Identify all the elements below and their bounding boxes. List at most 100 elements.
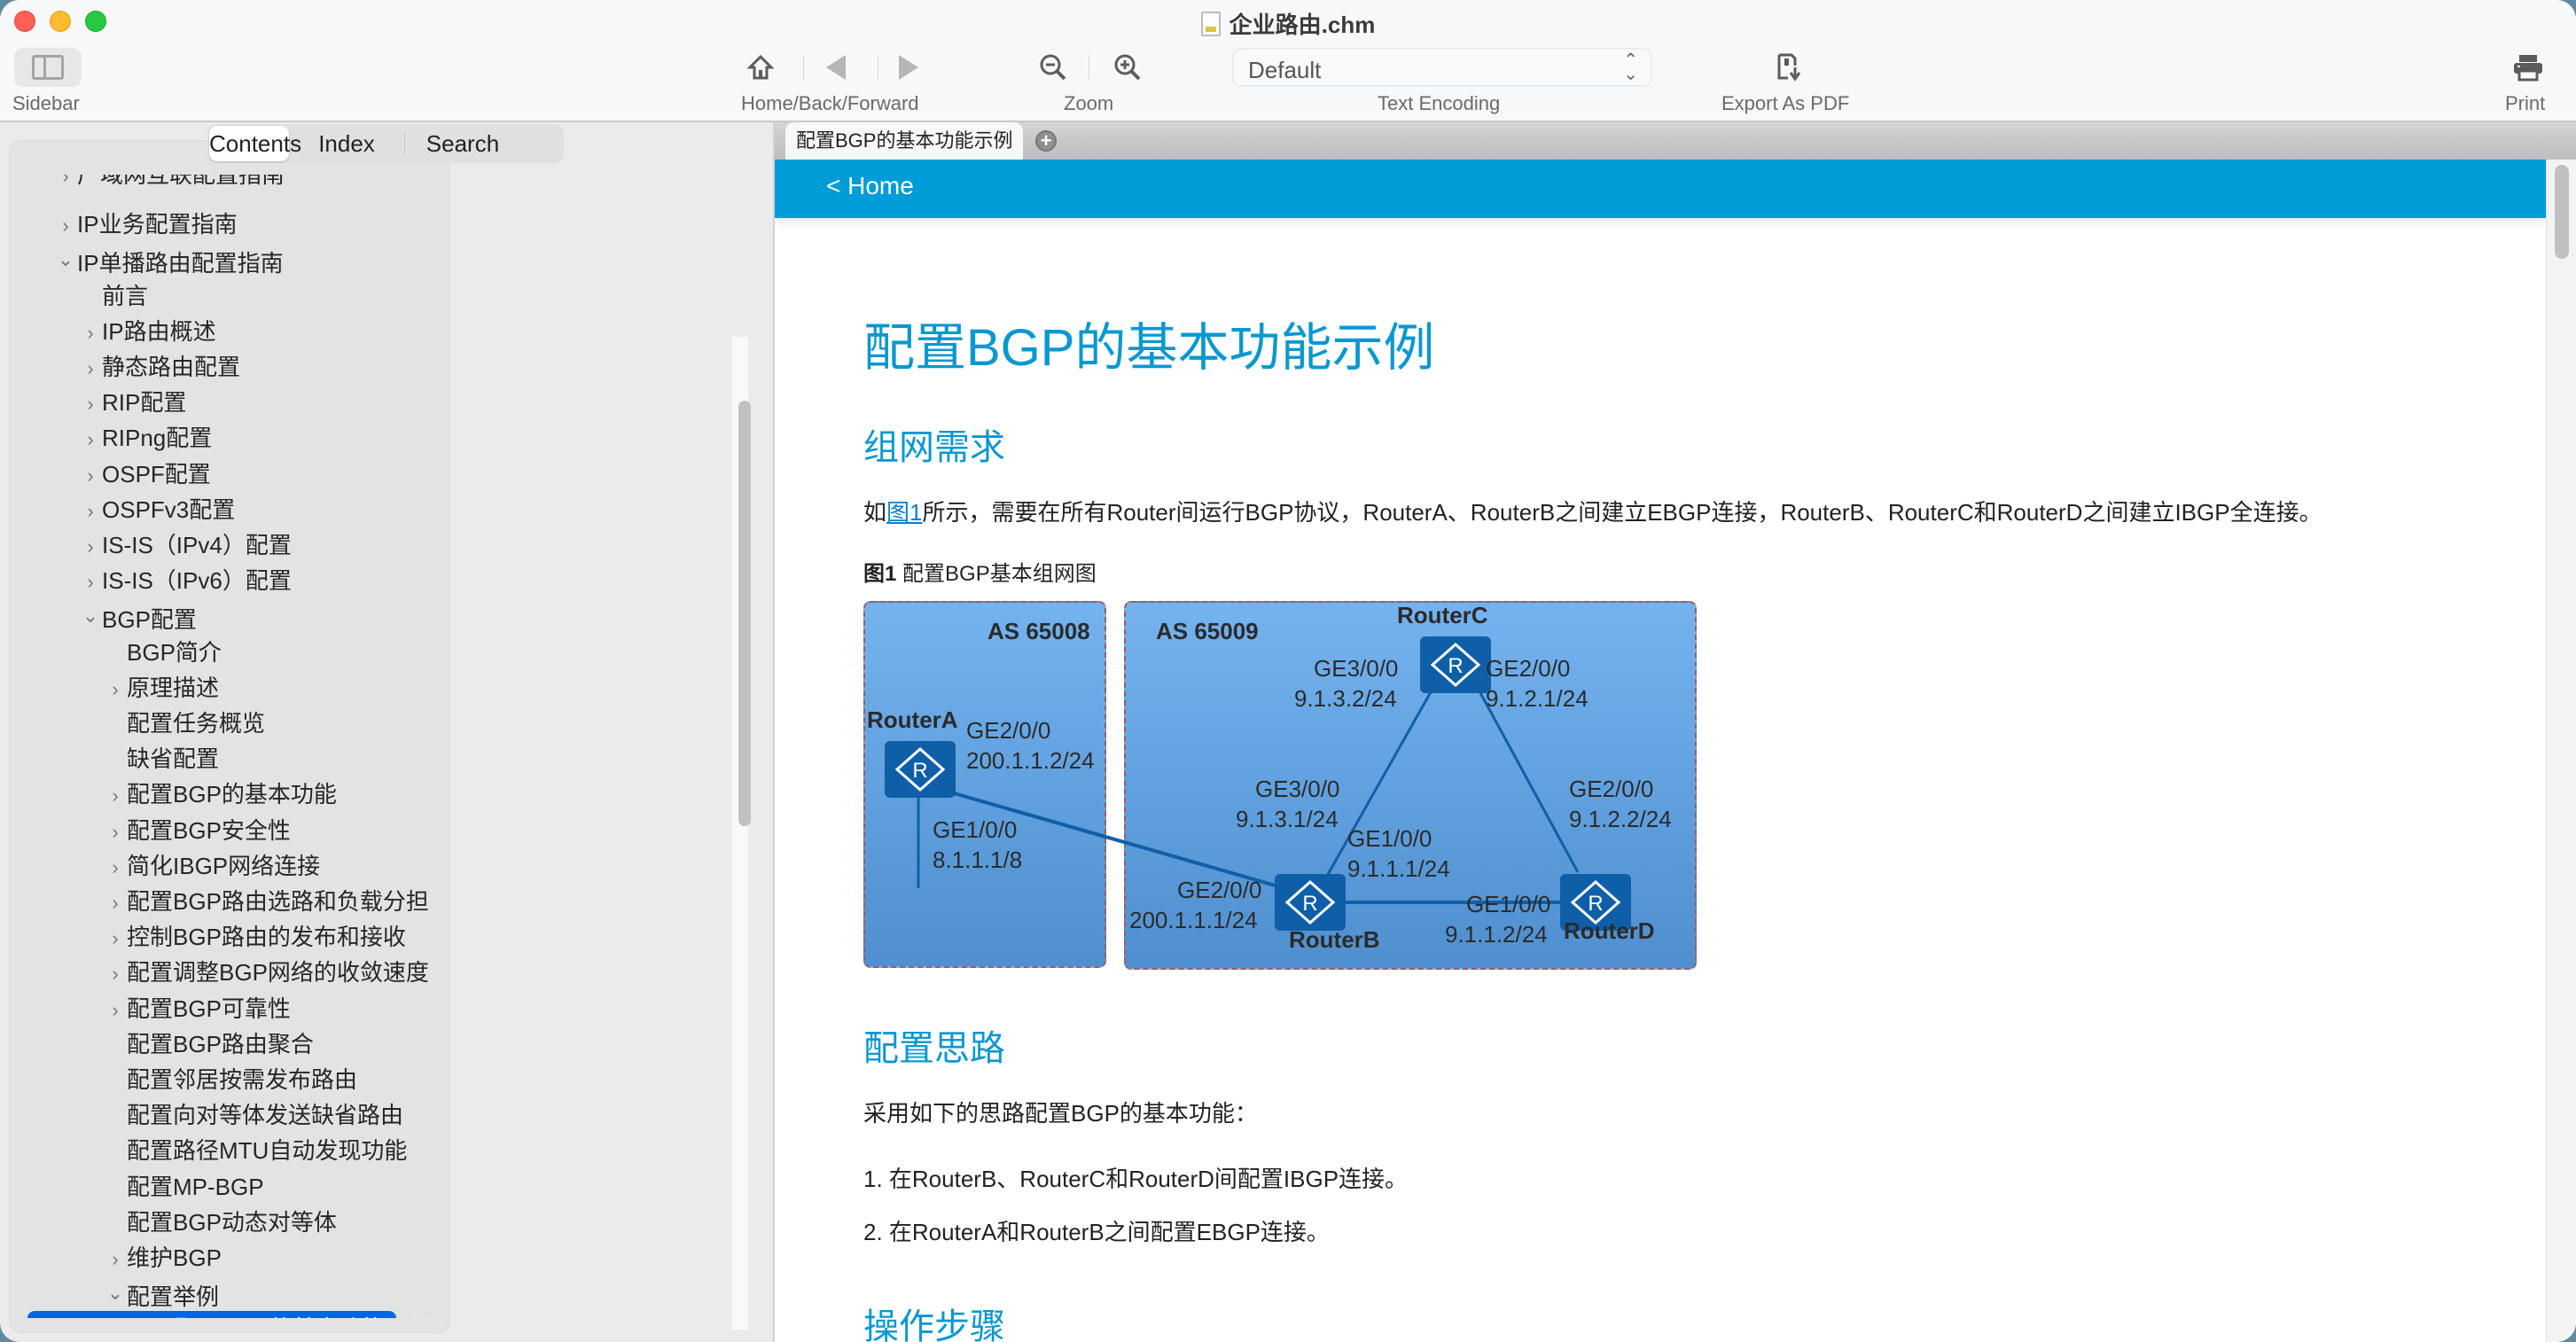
toc-item[interactable]: › OSPFv3配置 — [79, 492, 235, 527]
ip-label: 9.1.1.1/24 — [1347, 855, 1450, 882]
toc-item[interactable]: › 配置BGP路由选路和负载分担 — [104, 884, 429, 919]
chevron-right-icon[interactable]: › — [104, 672, 127, 707]
ip-label: 200.1.1.1/24 — [1129, 907, 1258, 933]
toc-item[interactable]: 配置BGP动态对等体 — [104, 1205, 337, 1240]
as-65008-label: AS 65008 — [987, 618, 1090, 644]
toc-scrollbar-thumb[interactable] — [738, 401, 751, 826]
toc-item[interactable]: 配置路径MTU自动发现功能 — [104, 1133, 407, 1168]
toc-item[interactable]: › 控制BGP路由的发布和接收 — [104, 919, 406, 955]
router-c-icon: R — [1420, 636, 1491, 693]
chevron-right-icon[interactable]: › — [79, 529, 102, 565]
chevron-right-icon[interactable]: › — [104, 886, 127, 921]
toc-item[interactable]: › 原理描述 — [104, 670, 219, 706]
toc-item-label: BGP简介 — [127, 638, 222, 666]
content-tab[interactable]: 配置BGP的基本功能示例 — [785, 122, 1024, 160]
home-button[interactable] — [741, 50, 780, 85]
chevron-right-icon[interactable]: › — [104, 778, 127, 814]
chevron-right-icon[interactable]: › — [79, 386, 102, 422]
chevron-right-icon[interactable]: › — [104, 850, 127, 886]
export-pdf-label: Export As PDF — [1721, 92, 1850, 114]
forward-arrow-icon — [899, 55, 918, 80]
toc-item[interactable]: 配置任务概览 — [104, 706, 265, 741]
zoom-in-icon — [1114, 54, 1141, 81]
print-button[interactable] — [2509, 50, 2548, 85]
forward-button[interactable] — [890, 50, 929, 85]
toc-tree: › 广域网互联配置指南 › IP业务配置指南 ⌄ IP单播路由配置指南 前言 › IP路由概述 ›… — [10, 175, 435, 1318]
chevron-right-icon[interactable]: › — [104, 956, 127, 992]
toc-item-label: 配置BGP安全性 — [127, 816, 291, 844]
port-label: GE1/0/0 — [1466, 891, 1551, 917]
back-button[interactable] — [816, 50, 855, 85]
toc-item[interactable]: › 配置BGP的基本功能 — [104, 776, 337, 812]
toc-item-selected[interactable]: 配置BGP的基本功能示例 — [27, 1311, 431, 1318]
toc-item[interactable]: › 配置BGP安全性 — [104, 813, 291, 848]
chevron-right-icon[interactable]: › — [104, 815, 127, 850]
chevron-right-icon[interactable]: › — [79, 351, 102, 386]
toc-item[interactable]: 缺省配置 — [104, 741, 219, 776]
chevron-right-icon[interactable]: › — [104, 1242, 127, 1277]
toc-item[interactable]: › 维护BGP — [104, 1240, 222, 1276]
chevron-right-icon[interactable]: › — [79, 565, 102, 600]
toc-item-label: 配置MP-BGP — [127, 1173, 264, 1200]
toc-item[interactable]: › 配置BGP可靠性 — [104, 991, 291, 1026]
toc-item[interactable]: 配置向对等体发送缺省路由 — [104, 1097, 403, 1133]
chevron-right-icon[interactable]: › — [79, 422, 102, 457]
chevron-down-icon[interactable]: ⌄ — [79, 598, 102, 634]
chevron-down-icon[interactable]: ⌄ — [54, 242, 77, 277]
toc-item-label: 配置调整BGP网络的收敛速度 — [127, 959, 429, 987]
toc-item[interactable]: ⌄ 配置举例 — [104, 1276, 219, 1311]
chm-document-icon — [1200, 12, 1221, 36]
port-label: GE1/0/0 — [933, 816, 1018, 843]
toc-item[interactable]: 配置MP-BGP — [104, 1169, 264, 1205]
toc-item[interactable]: › 配置调整BGP网络的收敛速度 — [104, 955, 429, 990]
toc-item[interactable]: BGP简介 — [104, 635, 222, 670]
toc-item[interactable]: › RIP配置 — [79, 385, 186, 420]
tab-contents[interactable]: Contents — [209, 126, 301, 161]
chevron-right-icon[interactable]: › — [79, 316, 102, 351]
toc-item[interactable]: ⌄ BGP配置 — [79, 598, 197, 634]
zoom-out-button[interactable] — [1034, 50, 1073, 85]
chevron-right-icon[interactable]: › — [54, 208, 77, 244]
text-encoding-select[interactable]: Default ⌃ ⌄ — [1232, 48, 1652, 87]
add-tab-icon[interactable]: + — [1035, 130, 1057, 152]
chevron-right-icon[interactable]: › — [79, 494, 102, 529]
text-encoding-label: Text Encoding — [1378, 92, 1501, 114]
tab-index[interactable]: Index — [289, 126, 404, 161]
export-pdf-button[interactable] — [1769, 50, 1808, 85]
toc-item-label: 简化IBGP网络连接 — [127, 852, 321, 879]
toc-item[interactable]: 前言 — [79, 278, 148, 314]
toc-item[interactable]: › RIPng配置 — [79, 420, 212, 456]
toc-item[interactable]: › IP路由概述 — [79, 314, 215, 351]
toc-item[interactable]: ⌄ IP单播路由配置指南 — [54, 242, 284, 277]
zoom-in-button[interactable] — [1108, 50, 1147, 85]
chevron-right-icon[interactable]: › — [104, 993, 127, 1028]
chevron-right-icon[interactable]: › — [79, 458, 102, 494]
toc-item[interactable]: 配置BGP路由聚合 — [104, 1026, 314, 1062]
section-heading-networking: 组网需求 — [863, 428, 1005, 467]
chevron-down-icon[interactable]: ⌄ — [104, 1276, 127, 1311]
toc-item[interactable]: › IP业务配置指南 — [54, 207, 237, 244]
sidebar-toggle-button[interactable] — [14, 48, 82, 87]
content-scrollbar-thumb[interactable] — [2555, 165, 2569, 259]
toc-item[interactable]: › OSPF配置 — [79, 456, 210, 494]
networking-paragraph: 如图1所示，需要在所有Router间运行BGP协议，RouterA、Router… — [863, 499, 2322, 526]
step-item: 1. 在RouterB、RouterC和RouterD间配置IBGP连接。 — [863, 1166, 1409, 1192]
toc-item[interactable]: 配置邻居按需发布路由 — [104, 1062, 357, 1097]
sidebar-icon — [32, 55, 64, 80]
chevron-right-icon[interactable]: › — [54, 175, 77, 194]
toc-item[interactable]: › IS-IS（IPv4）配置 — [79, 527, 292, 563]
toc-item[interactable]: › IS-IS（IPv6）配置 — [79, 563, 292, 598]
toc-item[interactable]: › 广域网互联配置指南 — [54, 175, 285, 192]
svg-text:R: R — [1302, 892, 1317, 916]
figure-link[interactable]: 图1 — [886, 499, 922, 526]
tab-search[interactable]: Search — [405, 126, 520, 161]
chevron-right-icon[interactable]: › — [104, 921, 127, 956]
toc-item[interactable]: › 静态路由配置 — [79, 349, 240, 385]
content-scrollbar-track[interactable] — [2546, 160, 2576, 1342]
home-link[interactable]: < Home — [826, 172, 914, 200]
toc-item-label: 配置任务概览 — [127, 710, 266, 737]
toc-item[interactable]: › 简化IBGP网络连接 — [104, 848, 320, 884]
back-arrow-icon — [826, 55, 846, 80]
port-label: GE2/0/0 — [966, 717, 1051, 744]
port-label: GE3/0/0 — [1314, 655, 1399, 682]
